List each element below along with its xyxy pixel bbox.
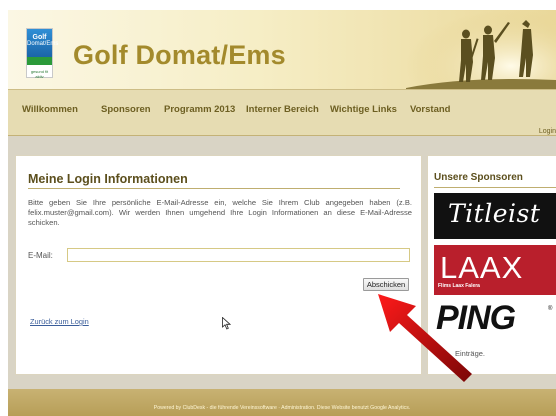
footer-text: Powered by ClubDesk - die führende Verei… (153, 405, 411, 411)
intro-text: Bitte geben Sie Ihre persönliche E-Mail-… (28, 198, 412, 227)
login-info-panel: Meine Login Informationen Bitte geben Si… (15, 155, 422, 375)
page-title: Meine Login Informationen (28, 172, 188, 186)
nav-item-wichtige-links[interactable]: Wichtige Links (330, 104, 397, 115)
club-logo[interactable]: Golf Domat/Ems gesund fit aktiv (26, 28, 58, 79)
logo-line1: Golf (32, 34, 47, 41)
nav-item-interner-bereich[interactable]: Interner Bereich (246, 104, 319, 115)
nav-item-sponsoren[interactable]: Sponsoren (101, 104, 151, 115)
sidebar-divider (434, 187, 556, 188)
logo-top: Golf Domat/Ems (27, 29, 58, 57)
browser-edge (0, 0, 556, 10)
logo-stripe (27, 57, 52, 65)
ping-registered-mark: ® (548, 306, 553, 312)
nav-item-programm[interactable]: Programm 2013 (164, 104, 235, 115)
site-title: Golf Domat/Ems (73, 40, 286, 70)
logo-tagline: gesund fit aktiv (30, 69, 49, 79)
title-divider (28, 188, 400, 189)
main-navigation: Willkommen Sponsoren Programm 2013 Inter… (8, 90, 556, 136)
browser-edge-left (0, 0, 8, 416)
sponsor-titleist-logo[interactable]: Titleist (434, 193, 556, 239)
back-to-login-link[interactable]: Zurück zum Login (30, 317, 89, 326)
logo-line2: Domat/Ems (27, 41, 59, 47)
nav-item-vorstand[interactable]: Vorstand (410, 104, 450, 115)
site-footer: Powered by ClubDesk - die führende Verei… (8, 389, 556, 416)
sidebar-title: Unsere Sponsoren (434, 172, 523, 183)
email-label: E-Mail: (28, 251, 53, 260)
red-annotation-arrow-icon (378, 294, 472, 382)
laax-wordmark: LAAX (440, 250, 524, 285)
email-field[interactable] (67, 248, 410, 262)
site-header: Golf Domat/Ems gesund fit aktiv Golf Dom… (8, 10, 556, 90)
mouse-cursor-icon (222, 317, 231, 330)
login-link[interactable]: Login (539, 128, 556, 135)
nav-item-willkommen[interactable]: Willkommen (22, 104, 78, 115)
titleist-wordmark: Titleist (448, 199, 541, 228)
golfers-silhouette-image (406, 10, 556, 89)
